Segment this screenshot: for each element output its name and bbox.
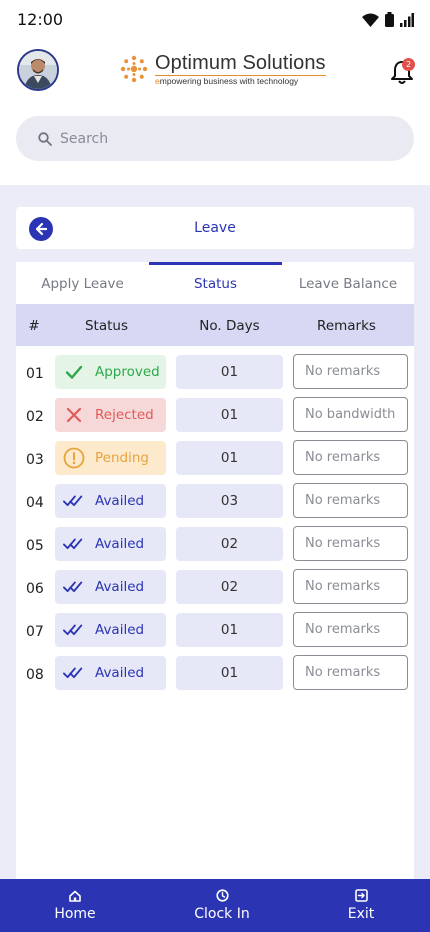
status-badge: Availed: [55, 527, 166, 561]
table-row: 07 Availed 01 No remarks: [16, 612, 414, 655]
tab-bar: Apply Leave Status Leave Balance: [16, 262, 414, 304]
remarks-field[interactable]: No remarks: [293, 526, 408, 561]
signal-icon: [400, 13, 414, 27]
status-badge: Pending: [55, 441, 166, 475]
status-label: Availed: [95, 579, 145, 595]
bottom-nav: Home Clock In Exit: [0, 879, 430, 932]
avatar[interactable]: [17, 49, 59, 91]
status-label: Availed: [95, 493, 145, 509]
status-label: Pending: [95, 450, 149, 466]
page-title-bar: Leave: [16, 207, 414, 249]
days-value: 02: [176, 527, 283, 561]
table-row: 06 Availed 02 No remarks: [16, 569, 414, 612]
double-check-icon: [63, 533, 85, 555]
logo-subtitle: empowering business with technology: [155, 75, 326, 86]
nav-home[interactable]: Home: [35, 879, 115, 932]
avatar-photo: [19, 51, 57, 89]
tab-apply-leave[interactable]: Apply Leave: [16, 276, 149, 292]
days-value: 01: [176, 355, 283, 389]
home-icon: [69, 890, 81, 902]
remarks-field[interactable]: No remarks: [293, 354, 408, 389]
tab-status[interactable]: Status: [149, 276, 282, 292]
status-label: Availed: [95, 665, 145, 681]
remarks-field[interactable]: No remarks: [293, 569, 408, 604]
clock-icon: [215, 889, 229, 902]
double-check-icon: [63, 576, 85, 598]
search-placeholder: Search: [60, 130, 109, 147]
status-badge: Rejected: [55, 398, 166, 432]
exit-icon: [354, 889, 368, 902]
column-header-number: #: [28, 318, 40, 334]
double-check-icon: [63, 490, 85, 512]
status-bar: 12:00: [0, 0, 430, 40]
status-time: 12:00: [17, 10, 64, 29]
company-logo: Optimum Solutions empowering business wi…: [118, 53, 326, 86]
status-badge: Approved: [55, 355, 166, 389]
row-number: 03: [26, 452, 44, 468]
status-label: Availed: [95, 536, 145, 552]
table-row: 05 Availed 02 No remarks: [16, 526, 414, 569]
status-icons: [362, 12, 414, 27]
column-header-days: No. Days: [199, 318, 260, 334]
remarks-field[interactable]: No bandwidth: [293, 397, 408, 432]
status-badge: Availed: [55, 484, 166, 518]
tab-leave-balance[interactable]: Leave Balance: [282, 276, 414, 292]
table-row: 03 Pending 01 No remarks: [16, 440, 414, 483]
nav-clock-in[interactable]: Clock In: [182, 879, 262, 932]
app-header: Optimum Solutions empowering business wi…: [0, 40, 430, 185]
days-value: 02: [176, 570, 283, 604]
row-number: 06: [26, 581, 44, 597]
nav-exit-label: Exit: [347, 906, 375, 922]
table-row: 02 Rejected 01 No bandwidth: [16, 397, 414, 440]
logo-title: Optimum Solutions: [155, 52, 326, 74]
alert-icon: [63, 447, 85, 469]
search-input[interactable]: Search: [16, 116, 414, 161]
table-row: 01 Approved 01 No remarks: [16, 354, 414, 397]
notification-count-badge: 2: [402, 58, 415, 71]
table-header: # Status No. Days Remarks: [16, 304, 414, 346]
x-icon: [63, 404, 85, 426]
row-number: 08: [26, 667, 44, 683]
days-value: 01: [176, 656, 283, 690]
row-number: 04: [26, 495, 44, 511]
status-label: Approved: [95, 364, 160, 380]
row-number: 05: [26, 538, 44, 554]
days-value: 01: [176, 613, 283, 647]
logo-emblem-icon: [120, 56, 148, 83]
table-row: 08 Availed 01 No remarks: [16, 655, 414, 698]
double-check-icon: [63, 619, 85, 641]
leave-status-card: Apply Leave Status Leave Balance # Statu…: [16, 262, 414, 882]
nav-exit[interactable]: Exit: [321, 879, 401, 932]
double-check-icon: [63, 662, 85, 684]
status-label: Rejected: [95, 407, 154, 423]
days-value: 01: [176, 398, 283, 432]
remarks-field[interactable]: No remarks: [293, 483, 408, 518]
status-badge: Availed: [55, 613, 166, 647]
wifi-icon: [362, 13, 379, 27]
nav-clock-in-label: Clock In: [194, 906, 250, 922]
search-icon: [38, 131, 52, 146]
remarks-field[interactable]: No remarks: [293, 655, 408, 690]
status-badge: Availed: [55, 570, 166, 604]
check-icon: [63, 361, 85, 383]
row-number: 01: [26, 366, 44, 382]
nav-home-label: Home: [54, 905, 96, 922]
remarks-field[interactable]: No remarks: [293, 612, 408, 647]
status-label: Availed: [95, 622, 145, 638]
column-header-remarks: Remarks: [317, 318, 376, 334]
days-value: 03: [176, 484, 283, 518]
active-tab-indicator: [149, 262, 282, 265]
row-number: 07: [26, 624, 44, 640]
days-value: 01: [176, 441, 283, 475]
status-badge: Availed: [55, 656, 166, 690]
table-row: 04 Availed 03 No remarks: [16, 483, 414, 526]
remarks-field[interactable]: No remarks: [293, 440, 408, 475]
row-number: 02: [26, 409, 44, 425]
page-title: Leave: [194, 220, 236, 236]
battery-icon: [385, 12, 394, 27]
column-header-status: Status: [84, 318, 129, 334]
